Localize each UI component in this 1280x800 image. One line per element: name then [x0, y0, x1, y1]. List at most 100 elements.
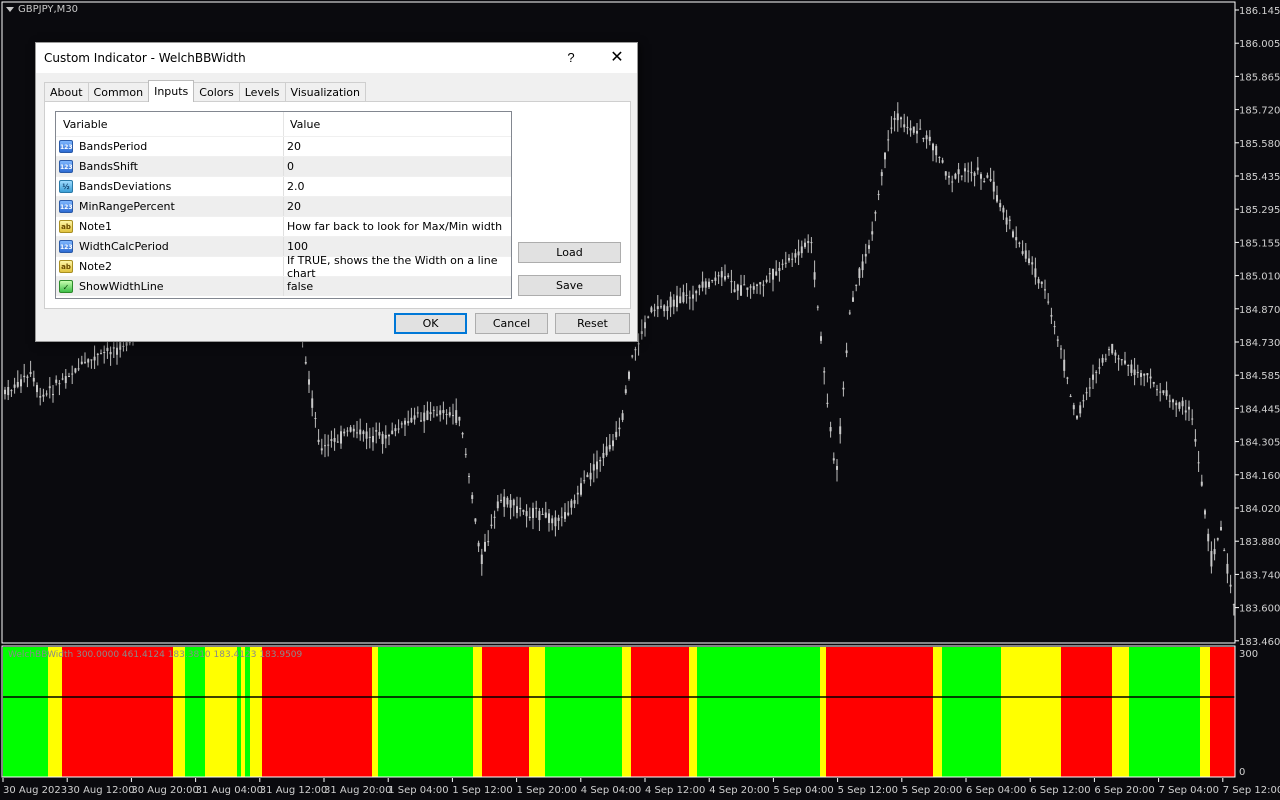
candle-body	[516, 506, 518, 513]
candle-body	[45, 393, 48, 395]
width-band-yellow	[622, 647, 631, 777]
candle-body	[1213, 549, 1216, 555]
cancel-button[interactable]: Cancel	[475, 313, 548, 334]
width-band-green	[185, 647, 205, 777]
dropdown-arrow-icon[interactable]	[6, 6, 14, 12]
table-row[interactable]: 123 MinRangePercent 20	[56, 196, 511, 216]
candle-body	[400, 423, 403, 425]
width-band-green	[245, 647, 250, 777]
candle-body	[429, 412, 432, 415]
value-cell[interactable]: If TRUE, shows the the Width on a line c…	[284, 254, 511, 280]
time-label: 5 Sep 20:00	[902, 785, 962, 796]
candle-body	[493, 516, 496, 518]
candle-body	[551, 518, 554, 524]
candle-body	[711, 279, 714, 281]
candle-body	[1188, 406, 1190, 410]
tab-levels[interactable]: Levels	[238, 82, 286, 102]
dialog-titlebar[interactable]: Custom Indicator - WelchBBWidth ? ✕	[36, 43, 637, 73]
candle-body	[23, 375, 26, 378]
candle-body	[1034, 268, 1037, 278]
candle-body	[922, 138, 925, 140]
price-label: 186.145	[1239, 6, 1280, 17]
value-cell[interactable]: false	[284, 277, 511, 296]
candle-body	[448, 412, 451, 416]
candle-body	[925, 135, 928, 140]
candle-body	[756, 284, 758, 286]
candle-body	[791, 258, 794, 260]
load-button[interactable]: Load	[518, 242, 621, 263]
candle-body	[336, 441, 339, 443]
candle-body	[1220, 527, 1222, 531]
value-cell[interactable]: 0	[284, 157, 511, 176]
time-label: 4 Sep 12:00	[645, 785, 705, 796]
candle-body	[570, 500, 573, 508]
candle-body	[1104, 358, 1107, 360]
custom-indicator-dialog: Custom Indicator - WelchBBWidth ? ✕ Abou…	[35, 42, 638, 342]
candle-body	[55, 379, 58, 383]
value-cell[interactable]: 20	[284, 197, 511, 216]
variable-name: MinRangePercent	[79, 200, 175, 213]
candle-body	[1178, 402, 1181, 409]
candle-body	[503, 496, 506, 507]
candle-body	[1044, 289, 1046, 291]
help-button[interactable]: ?	[558, 45, 584, 71]
candle-body	[864, 253, 867, 257]
value-cell[interactable]: 2.0	[284, 177, 511, 196]
save-button[interactable]: Save	[518, 275, 621, 296]
candle-body	[916, 130, 918, 134]
candle-body	[356, 432, 358, 434]
column-header-variable[interactable]: Variable	[56, 112, 284, 136]
candle-body	[1063, 359, 1066, 371]
candle-body	[804, 242, 806, 247]
table-row[interactable]: 123 BandsPeriod 20	[56, 136, 511, 156]
table-row[interactable]: ab Note2 If TRUE, shows the the Width on a…	[56, 254, 511, 280]
candle-body	[672, 299, 675, 307]
price-label: 184.445	[1239, 404, 1280, 415]
candle-body	[698, 285, 701, 288]
tab-inputs[interactable]: Inputs	[148, 80, 195, 102]
candle-body	[832, 458, 835, 461]
table-row[interactable]: ½ BandsDeviations 2.0	[56, 176, 511, 196]
price-label: 185.865	[1239, 72, 1280, 83]
tab-visualization[interactable]: Visualization	[284, 82, 367, 102]
candle-body	[1095, 371, 1098, 373]
candle-body	[1040, 281, 1043, 284]
value-cell[interactable]: 20	[284, 137, 511, 156]
tab-about[interactable]: About	[44, 82, 89, 102]
candle-body	[631, 355, 634, 357]
candle-body	[1088, 387, 1091, 389]
candle-body	[1076, 415, 1078, 419]
candle-body	[944, 171, 947, 176]
width-band-yellow	[933, 647, 942, 777]
candle-body	[468, 475, 470, 477]
time-label: 30 Aug 2023	[3, 785, 67, 796]
table-row[interactable]: 123 BandsShift 0	[56, 156, 511, 176]
candle-body	[1108, 349, 1110, 351]
table-row[interactable]: ✓ ShowWidthLine false	[56, 276, 511, 296]
symbol-selector[interactable]: GBPJPY,M30	[6, 4, 78, 15]
candle-body	[852, 297, 854, 302]
candle-body	[784, 262, 787, 264]
ok-button[interactable]: OK	[394, 313, 467, 334]
double-icon: ½	[59, 180, 73, 193]
close-button[interactable]: ✕	[602, 45, 632, 71]
reset-button[interactable]: Reset	[555, 313, 630, 334]
candle-body	[800, 246, 803, 254]
tab-common[interactable]: Common	[87, 82, 150, 102]
time-label: 5 Sep 04:00	[773, 785, 833, 796]
candle-body	[1165, 390, 1168, 397]
candle-body	[317, 439, 320, 443]
candle-body	[1050, 315, 1053, 317]
column-header-value[interactable]: Value	[284, 112, 511, 136]
candle-body	[1047, 301, 1050, 303]
candle-body	[544, 512, 547, 518]
candle-body	[660, 306, 662, 308]
indicator-panel[interactable]: 300 0	[0, 645, 1280, 778]
table-row[interactable]: ab Note1 How far back to look for Max/Min …	[56, 216, 511, 236]
candle-body	[666, 306, 669, 312]
variable-name: BandsShift	[79, 160, 138, 173]
value-cell[interactable]: How far back to look for Max/Min width	[284, 217, 511, 236]
price-label: 185.010	[1239, 272, 1280, 283]
tab-colors[interactable]: Colors	[193, 82, 240, 102]
candle-body	[746, 287, 749, 290]
